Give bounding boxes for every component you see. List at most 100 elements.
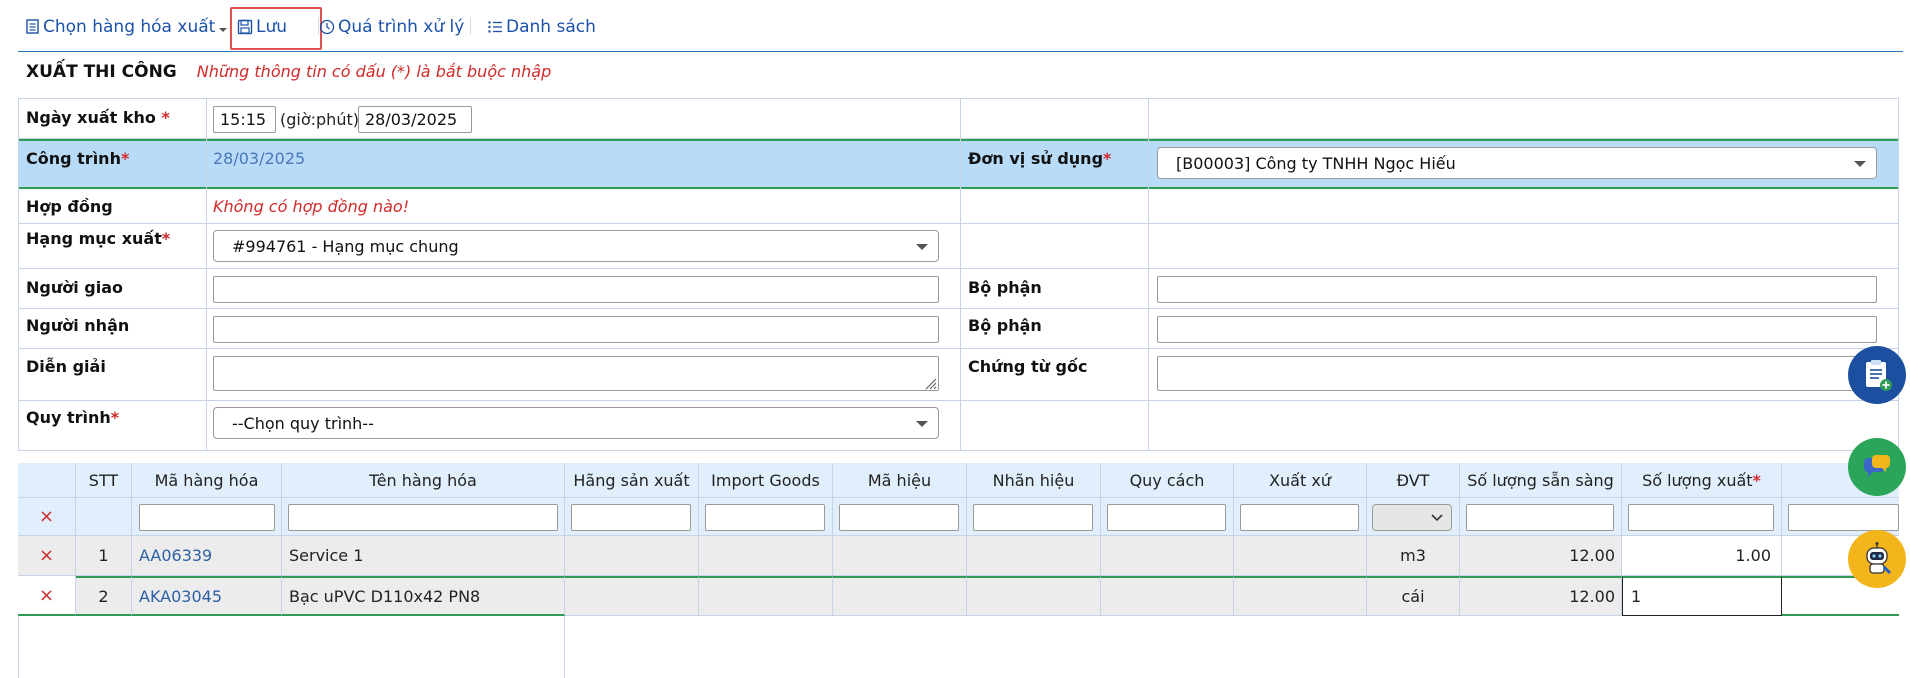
filter-extra-input[interactable] (1788, 504, 1899, 531)
grid-header-blank (18, 463, 76, 498)
list-box-icon (26, 19, 39, 34)
filter-manufacturer-input[interactable] (571, 504, 691, 531)
clipboard-add-icon (1866, 360, 1892, 391)
row-model (833, 576, 967, 616)
chat-bubble-icon (1864, 455, 1890, 477)
contract-value: Không có hợp đồng nào! (213, 197, 410, 216)
form-divider (960, 99, 961, 450)
contract-label: Hợp đồng (26, 197, 113, 216)
select-goods-button[interactable]: Chọn hàng hóa xuất (26, 15, 231, 39)
row-manufacturer (565, 576, 699, 616)
row-model (833, 536, 967, 576)
grid-empty-area (18, 616, 565, 678)
form-row-deliverer: Người giao Bộ phận (19, 269, 1898, 309)
resize-handle-icon (925, 378, 937, 390)
deliverer-input[interactable] (213, 276, 939, 303)
delete-row-button[interactable]: × (18, 536, 76, 576)
description-textarea[interactable] (213, 356, 939, 391)
add-note-floating-button[interactable] (1848, 346, 1906, 404)
list-button[interactable]: Danh sách (487, 15, 596, 39)
row-stt: 2 (76, 576, 132, 616)
workflow-select[interactable]: --Chọn quy trình-- (213, 407, 939, 439)
category-label: Hạng mục xuất* (26, 229, 171, 248)
filter-name-input[interactable] (288, 504, 558, 531)
save-label: Lưu (256, 17, 288, 37)
row-code-link[interactable]: AA06339 (132, 536, 282, 576)
department2-label: Bộ phận (968, 316, 1042, 335)
workflow-label: Quy trình* (26, 408, 120, 427)
grid-header-code: Mã hàng hóa (132, 463, 282, 498)
row-import (699, 576, 833, 616)
row-qty-input[interactable]: 1.00 (1622, 536, 1782, 576)
row-name: Bạc uPVC D110x42 PN8 (282, 576, 565, 616)
process-button[interactable]: Quá trình xử lý (319, 15, 464, 39)
category-select-value: #994761 - Hạng mục chung (232, 236, 459, 256)
row-origin (1234, 536, 1367, 576)
date-input[interactable]: 28/03/2025 (358, 106, 472, 133)
x-icon: × (38, 584, 55, 606)
grid-header-import-goods: Import Goods (699, 463, 833, 498)
select-goods-label: Chọn hàng hóa xuất (43, 17, 216, 37)
chevron-down-icon (916, 244, 928, 250)
project-value: 28/03/2025 (213, 149, 306, 168)
row-available: 12.00 (1460, 536, 1622, 576)
filter-code-input[interactable] (139, 504, 275, 531)
row-code-link[interactable]: AKA03045 (132, 576, 282, 616)
filter-qty-cell (1622, 498, 1782, 536)
source-doc-input[interactable] (1157, 356, 1877, 391)
clear-filter-button[interactable]: × (18, 498, 76, 536)
category-select[interactable]: #994761 - Hạng mục chung (213, 230, 939, 262)
row-brand (967, 536, 1101, 576)
chevron-down-icon (916, 421, 928, 427)
row-origin (1234, 576, 1367, 616)
filter-spec-input[interactable] (1107, 504, 1226, 531)
filter-origin-input[interactable] (1240, 504, 1359, 531)
toolbar: Chọn hàng hóa xuất Lưu Quá trình xử lý D… (18, 0, 1903, 52)
filter-model-input[interactable] (839, 504, 959, 531)
filter-import-input[interactable] (705, 504, 825, 531)
workflow-select-value: --Chọn quy trình-- (232, 413, 374, 433)
grid-header-manufacturer: Hãng sản xuất (565, 463, 699, 498)
filter-name-cell (282, 498, 565, 536)
receiver-input[interactable] (213, 316, 939, 343)
filter-brand-input[interactable] (973, 504, 1093, 531)
grid-header-available: Số lượng sẵn sàng (1460, 463, 1622, 498)
row-spec (1101, 536, 1234, 576)
support-bot-floating-button[interactable] (1848, 530, 1906, 588)
toolbar-divider (470, 17, 471, 35)
grid-header-brand: Nhãn hiệu (967, 463, 1101, 498)
unit-label: Đơn vị sử dụng* (968, 149, 1112, 168)
row-unit: m3 (1367, 536, 1460, 576)
unit-select[interactable]: [B00003] Công ty TNHH Ngọc Hiếu (1157, 147, 1877, 179)
department-label: Bộ phận (968, 278, 1042, 297)
grid-header-model: Mã hiệu (833, 463, 967, 498)
process-label: Quá trình xử lý (338, 17, 465, 37)
chat-floating-button[interactable] (1848, 438, 1906, 496)
filter-stt-cell (76, 498, 132, 536)
goods-grid: STT Mã hàng hóa Tên hàng hóa Hãng sản xu… (18, 463, 1899, 678)
required-note: Những thông tin có dấu (*) là bắt buộc n… (196, 62, 552, 81)
department-input[interactable] (1157, 276, 1877, 303)
form-row-workflow: Quy trình* --Chọn quy trình-- (19, 401, 1898, 451)
department2-input[interactable] (1157, 316, 1877, 343)
save-button[interactable]: Lưu (237, 15, 287, 39)
filter-available-input[interactable] (1466, 504, 1614, 531)
receiver-label: Người nhận (26, 316, 130, 335)
grid-header-unit: ĐVT (1367, 463, 1460, 498)
delete-row-button[interactable]: × (18, 576, 76, 616)
filter-unit-select[interactable] (1372, 504, 1452, 531)
form-divider (206, 99, 207, 450)
project-label: Công trình* (26, 149, 130, 168)
x-icon: × (38, 506, 55, 527)
row-available: 12.00 (1460, 576, 1622, 616)
grid-header-qty: Số lượng xuất * (1622, 463, 1782, 498)
filter-origin-cell (1234, 498, 1367, 536)
row-qty-input[interactable]: 1 (1622, 576, 1782, 616)
filter-qty-input[interactable] (1628, 504, 1774, 531)
grid-header-origin: Xuất xứ (1234, 463, 1367, 498)
filter-manufacturer-cell (565, 498, 699, 536)
list-label: Danh sách (506, 17, 596, 37)
grid-header-name: Tên hàng hóa (282, 463, 565, 498)
time-input[interactable]: 15:15 (213, 106, 276, 133)
grid-header-stt: STT (76, 463, 132, 498)
